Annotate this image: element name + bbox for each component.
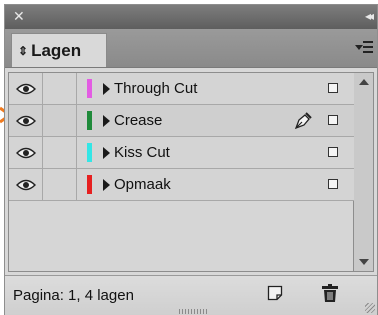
layer-row-kiss-cut[interactable]: Kiss Cut	[9, 137, 354, 169]
visibility-toggle[interactable]	[9, 73, 43, 104]
expand-triangle-icon[interactable]	[103, 147, 110, 159]
panel-titlebar: ✕ ◂◂	[5, 5, 377, 29]
layer-target-box[interactable]	[328, 83, 338, 93]
layer-name[interactable]: Through Cut	[114, 80, 197, 97]
visibility-toggle[interactable]	[9, 105, 43, 136]
layer-name[interactable]: Opmaak	[114, 176, 171, 193]
tab-layers[interactable]: ⇕ Lagen	[11, 33, 107, 67]
eye-icon	[15, 115, 36, 126]
layer-color-swatch	[87, 143, 92, 162]
visibility-toggle[interactable]	[9, 169, 43, 200]
pen-icon	[294, 112, 312, 130]
layer-target-box[interactable]	[328, 115, 338, 125]
lock-toggle[interactable]	[43, 169, 77, 200]
trash-icon[interactable]	[321, 283, 339, 303]
lock-toggle[interactable]	[43, 137, 77, 168]
eye-icon	[15, 179, 36, 190]
layer-color-swatch	[87, 111, 92, 130]
lock-toggle[interactable]	[43, 105, 77, 136]
layer-target-box[interactable]	[328, 147, 338, 157]
expand-triangle-icon[interactable]	[103, 115, 110, 127]
panel-menu-icon[interactable]	[355, 41, 373, 55]
expand-triangle-icon[interactable]	[103, 179, 110, 191]
layer-row-through-cut[interactable]: Through Cut	[9, 73, 354, 105]
panel-resize-grip[interactable]	[179, 309, 209, 314]
collapse-double-chevron-icon[interactable]: ◂◂	[365, 8, 374, 24]
scroll-up-icon[interactable]	[359, 79, 369, 85]
panel-footer: Pagina: 1, 4 lagen	[5, 275, 377, 315]
scrollbar[interactable]	[354, 72, 374, 272]
updown-arrows-icon: ⇕	[18, 43, 29, 58]
close-icon[interactable]: ✕	[13, 8, 25, 24]
expand-triangle-icon[interactable]	[103, 83, 110, 95]
layer-count-status: Pagina: 1, 4 lagen	[13, 287, 134, 304]
layer-color-swatch	[87, 175, 92, 194]
visibility-toggle[interactable]	[9, 137, 43, 168]
eye-icon	[15, 147, 36, 158]
layer-color-swatch	[87, 79, 92, 98]
layer-list: Through Cut Crease Kiss Cut Opmaak	[8, 72, 354, 272]
tab-label: Lagen	[31, 40, 82, 60]
scroll-down-icon[interactable]	[359, 259, 369, 265]
layer-row-crease[interactable]: Crease	[9, 105, 354, 137]
new-layer-icon[interactable]	[267, 285, 283, 301]
tab-row: ⇕ Lagen	[5, 29, 377, 68]
layers-panel: ✕ ◂◂ ⇕ Lagen Through Cut Crease Kiss Cut…	[4, 4, 378, 315]
eye-icon	[15, 83, 36, 94]
layer-name[interactable]: Crease	[114, 112, 162, 129]
lock-toggle[interactable]	[43, 73, 77, 104]
layer-target-box[interactable]	[328, 179, 338, 189]
resize-corner-icon[interactable]	[365, 303, 375, 313]
layer-row-opmaak[interactable]: Opmaak	[9, 169, 354, 201]
layer-name[interactable]: Kiss Cut	[114, 144, 170, 161]
